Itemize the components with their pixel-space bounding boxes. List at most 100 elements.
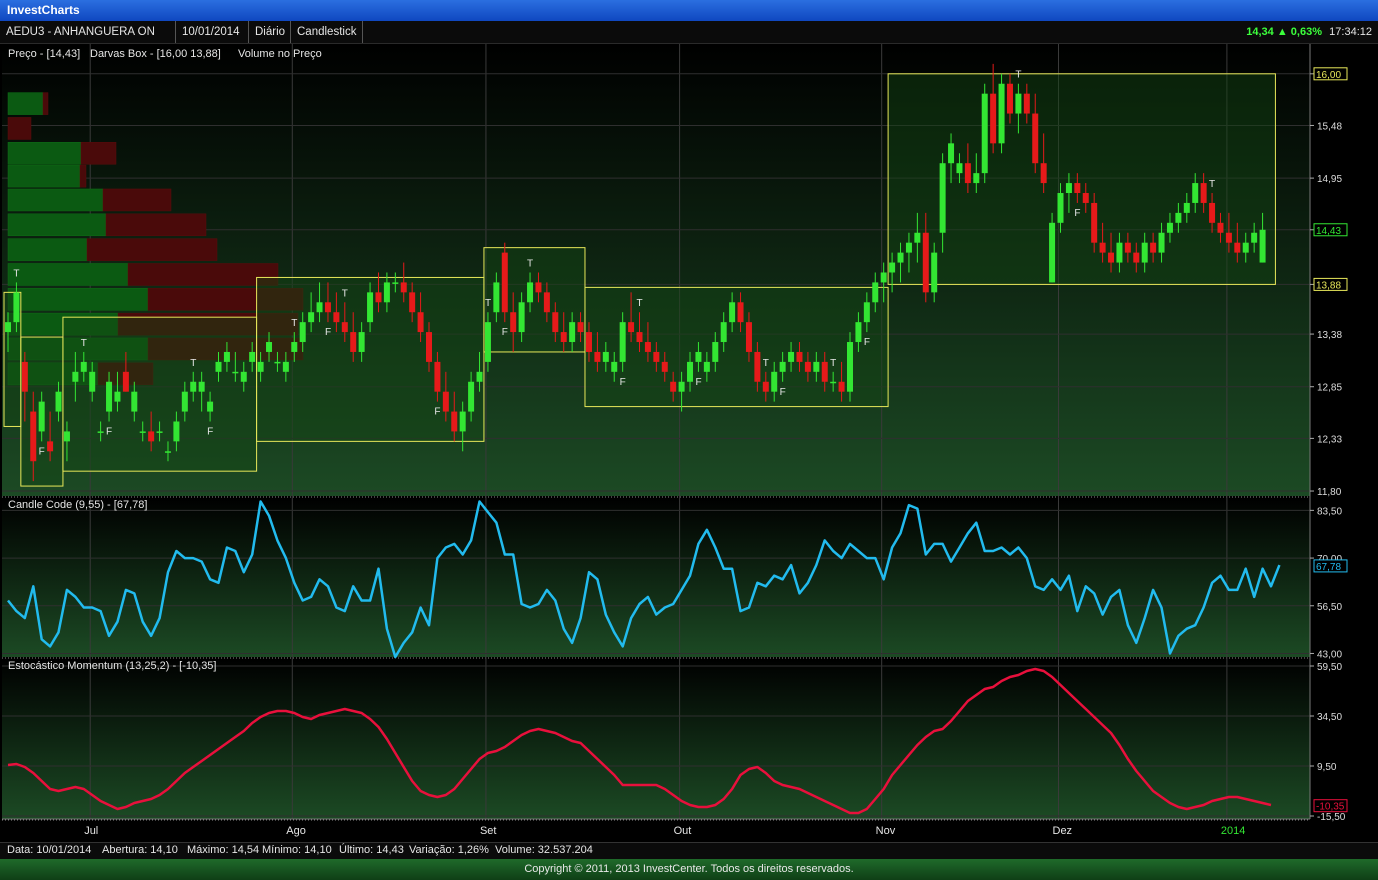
top-marker: T xyxy=(291,318,297,329)
candle-body xyxy=(1015,93,1022,114)
candle-body xyxy=(847,342,853,392)
y-tick-label: 34,50 xyxy=(1317,712,1342,723)
top-marker: T xyxy=(830,358,836,369)
candle-body xyxy=(274,361,281,364)
candle-body xyxy=(543,292,550,313)
top-marker: T xyxy=(342,288,348,299)
candle-body xyxy=(720,322,727,343)
chart-area[interactable]: T F T F T F T F T F T F T F T F T F T F T F T Jul Ago Set Out Nov D… xyxy=(0,44,1378,841)
candle-body xyxy=(905,242,912,253)
candle-body xyxy=(451,411,458,432)
candle-body xyxy=(535,282,542,293)
top-marker: T xyxy=(485,298,491,309)
candle-body xyxy=(80,361,87,372)
candle-body xyxy=(1141,242,1148,263)
candle-body xyxy=(1183,202,1190,213)
candle-code-last-label: 67,78 xyxy=(1316,562,1341,573)
candle-body xyxy=(569,322,576,343)
candle-body xyxy=(282,361,289,372)
y-tick-label: 56,50 xyxy=(1317,602,1342,613)
chart-type-selector[interactable]: Candlestick xyxy=(291,21,363,43)
month-label: Out xyxy=(674,825,692,837)
candle-body xyxy=(1158,232,1165,253)
candle-body xyxy=(1234,242,1241,253)
title-bar: InvestCharts xyxy=(0,0,1378,21)
candle-body xyxy=(914,232,921,243)
candle-body xyxy=(468,381,475,412)
candle-body xyxy=(1108,252,1115,263)
clock: 17:34:12 xyxy=(1329,26,1372,38)
candle-body xyxy=(729,302,736,323)
candle-body xyxy=(897,252,904,263)
bottom-marker: F xyxy=(695,377,701,388)
candle-body xyxy=(788,351,795,362)
candle-body xyxy=(678,381,685,392)
candle-body xyxy=(687,361,694,382)
candle-body xyxy=(375,292,382,303)
candle-body xyxy=(863,302,870,323)
y-tick-label: 13,38 xyxy=(1317,330,1342,341)
candle-body xyxy=(981,93,988,174)
vap-down-bar xyxy=(79,164,87,188)
symbol-selector[interactable]: AEDU3 - ANHANGUERA ON NM xyxy=(0,21,176,60)
toolbar: AEDU3 - ANHANGUERA ON NM 10/01/2014 Diár… xyxy=(0,21,1378,60)
candle-body xyxy=(653,351,660,362)
top-marker: T xyxy=(81,338,87,349)
candle-body xyxy=(804,361,811,372)
candle-body xyxy=(232,371,239,374)
candle-body xyxy=(333,312,340,323)
bottom-marker: F xyxy=(106,426,112,437)
y-tick-label: 14,95 xyxy=(1317,174,1342,185)
bottom-marker: F xyxy=(780,387,786,398)
candle-body xyxy=(316,302,323,313)
candle-body xyxy=(998,83,1005,144)
vap-up-bar xyxy=(7,164,81,188)
candle-body xyxy=(308,312,315,323)
candle-body xyxy=(1242,242,1249,253)
period-selector[interactable]: Diário xyxy=(249,21,291,43)
candle-body xyxy=(38,401,45,432)
candle-body xyxy=(1049,222,1056,283)
y-tick-label: 59,50 xyxy=(1317,662,1342,673)
candle-body xyxy=(964,163,971,184)
candle-body xyxy=(1032,113,1039,164)
top-marker: T xyxy=(13,268,19,279)
candle-body xyxy=(813,361,820,372)
candle-body xyxy=(72,371,79,382)
candle-body xyxy=(1116,242,1123,263)
candle-body xyxy=(510,312,517,333)
top-marker: T xyxy=(190,358,196,369)
candle-body xyxy=(383,282,390,303)
top-marker: T xyxy=(637,298,643,309)
candle-body xyxy=(484,322,491,362)
y-tick-label: 9,50 xyxy=(1317,762,1337,773)
month-label: Nov xyxy=(876,825,896,837)
app-title: InvestCharts xyxy=(7,3,80,17)
candle-body xyxy=(1040,163,1047,184)
candle-body xyxy=(501,252,508,313)
candle-body xyxy=(636,332,643,343)
y-tick-label: 83,50 xyxy=(1317,506,1342,517)
footer: Copyright © 2011, 2013 InvestCenter. Tod… xyxy=(0,859,1378,880)
candle-body xyxy=(493,282,500,313)
candle-body xyxy=(63,431,70,442)
date-selector[interactable]: 10/01/2014 xyxy=(176,21,249,43)
candle-body xyxy=(106,381,113,412)
candle-body xyxy=(628,322,635,333)
top-marker: T xyxy=(1015,70,1021,81)
stochastic-last-label: -10,35 xyxy=(1316,802,1345,813)
darvas-box xyxy=(887,73,1276,285)
candle-body xyxy=(922,232,929,293)
candle-body xyxy=(1074,183,1081,194)
candle-body xyxy=(442,391,449,412)
candle-body xyxy=(55,391,62,412)
candle-body xyxy=(5,322,11,333)
candle-body xyxy=(838,381,845,392)
bottom-marker: F xyxy=(39,446,45,457)
candle-body xyxy=(148,431,155,442)
candle-body xyxy=(527,282,534,303)
last-price-label: 14,43 xyxy=(1316,226,1341,237)
vap-up-bar xyxy=(7,238,88,261)
info-change: Variação: 1,26% xyxy=(409,844,489,856)
candle-body xyxy=(754,351,761,382)
